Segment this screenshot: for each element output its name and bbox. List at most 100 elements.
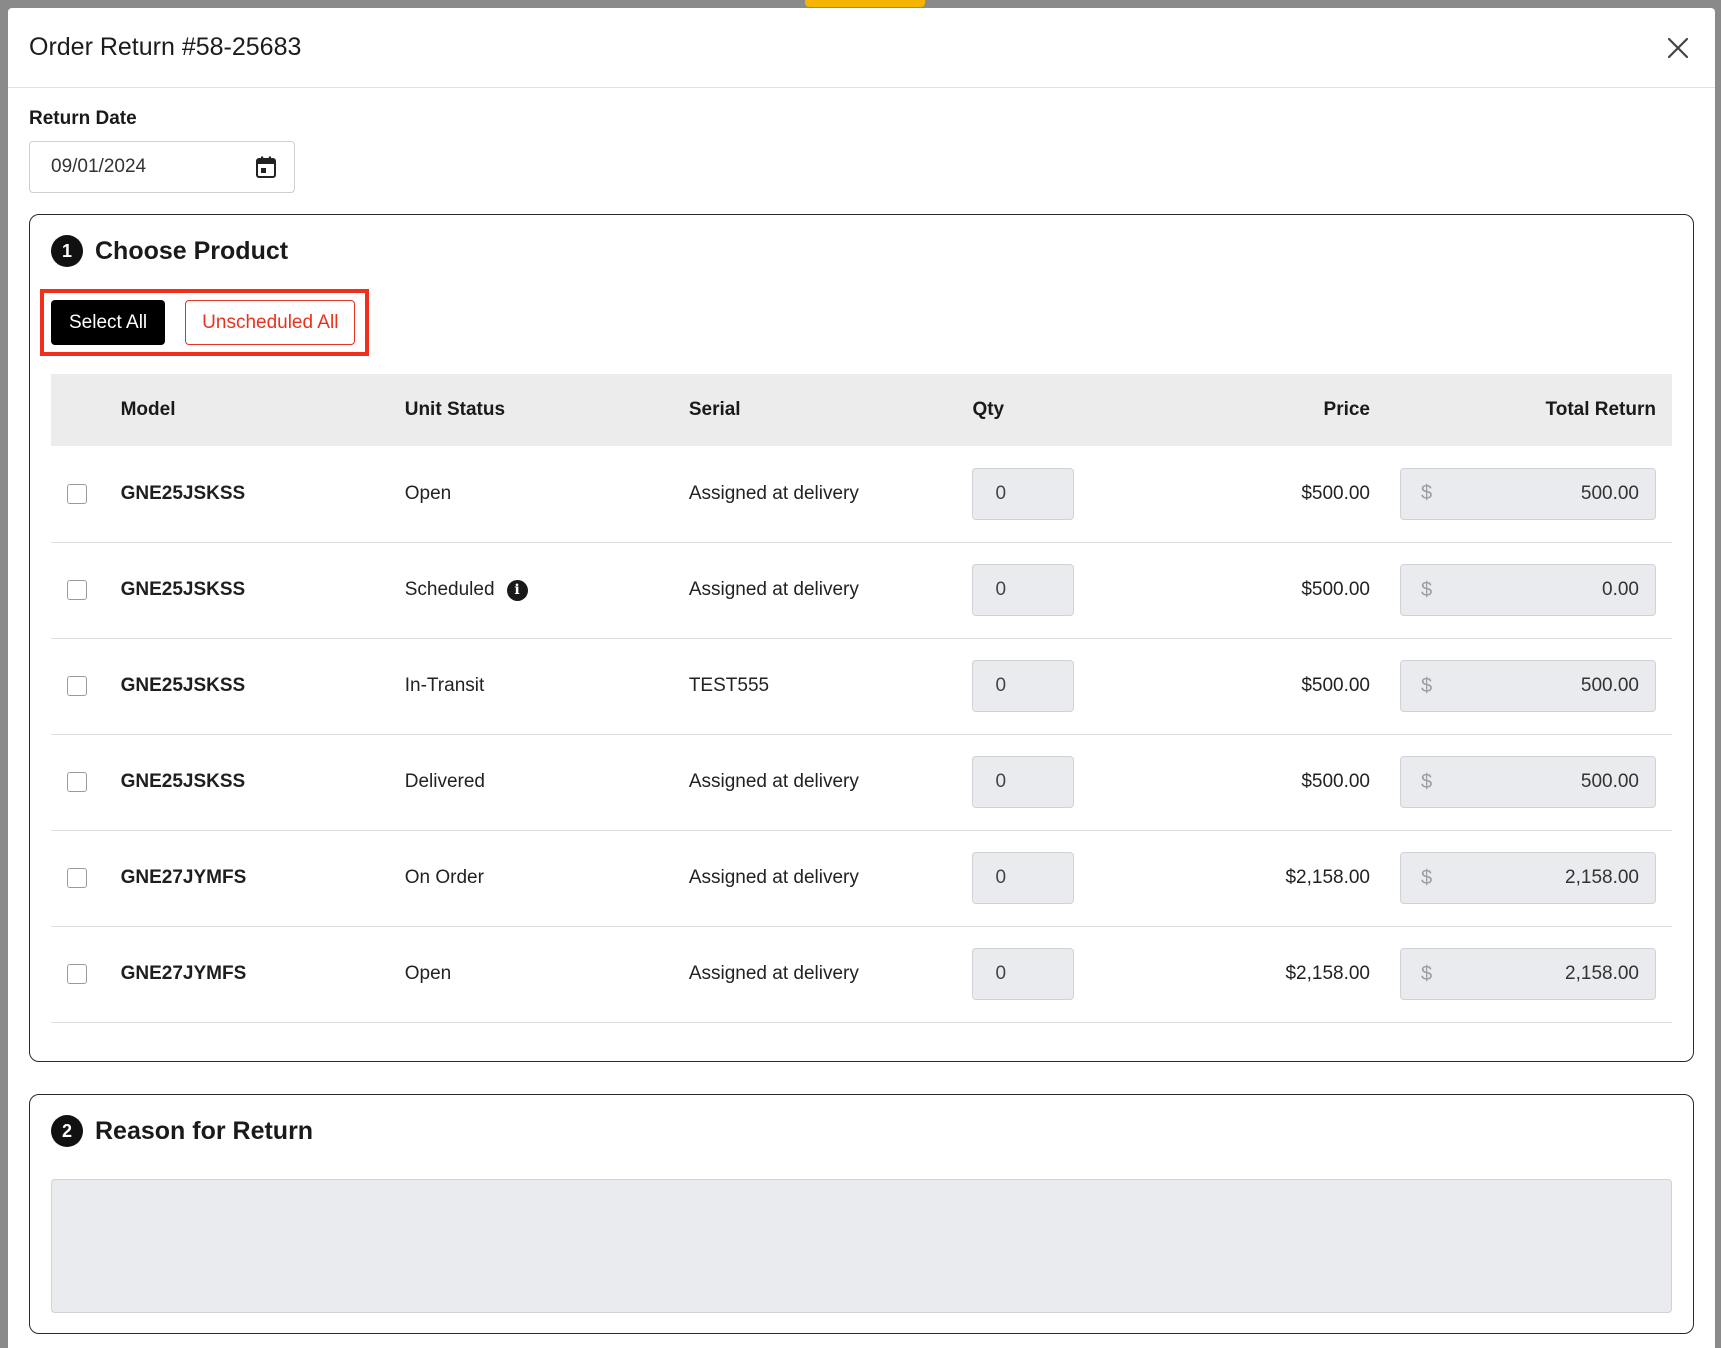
table-row: GNE25JSKSS Scheduled i Assigned at deliv… [51, 542, 1672, 638]
row-qty-value: 0 [995, 867, 1007, 888]
row-unit-status: Delivered [404, 771, 485, 792]
header-price: Price [1323, 399, 1370, 420]
close-icon [1667, 37, 1689, 58]
return-date-value: 09/01/2024 [51, 156, 147, 177]
bulk-actions-highlight: Select All Unscheduled All [40, 289, 370, 356]
dollar-sign: $ [1421, 866, 1433, 889]
step-number-2: 2 [51, 1115, 83, 1147]
row-model: GNE25JSKSS [120, 675, 246, 696]
header-model: Model [120, 399, 176, 420]
row-model: GNE25JSKSS [120, 579, 246, 600]
row-total-return-value: 2,158.00 [1565, 963, 1639, 984]
background-accent-bar [805, 0, 925, 7]
row-serial: Assigned at delivery [688, 579, 859, 600]
row-total-return-value: 500.00 [1580, 675, 1639, 696]
row-total-return-input: $2,158.00 [1400, 948, 1656, 1000]
row-qty-value: 0 [995, 482, 1007, 504]
row-unit-status: On Order [404, 867, 484, 888]
row-qty-input[interactable]: 0 [972, 564, 1075, 616]
row-price: $500.00 [1301, 771, 1370, 792]
row-qty-input[interactable]: 0 [972, 467, 1075, 520]
reason-for-return-header: 2 Reason for Return [51, 1095, 1672, 1167]
return-date-label: Return Date [29, 108, 137, 129]
row-total-return-input: $2,158.00 [1400, 852, 1656, 904]
choose-product-header: 1 Choose Product [51, 215, 1672, 287]
table-row: GNE27JYMFS On Order Assigned at delivery… [51, 830, 1672, 926]
row-serial: TEST555 [688, 675, 770, 696]
header-unit-status: Unit Status [404, 399, 506, 420]
dollar-sign: $ [1421, 770, 1433, 793]
dollar-sign: $ [1421, 962, 1433, 985]
row-serial: Assigned at delivery [688, 963, 859, 984]
row-total-return-input: $500.00 [1400, 660, 1656, 712]
row-price: $2,158.00 [1285, 963, 1370, 984]
reason-textarea[interactable] [51, 1179, 1672, 1313]
choose-product-section: 1 Choose Product Select All Unscheduled … [29, 214, 1694, 1062]
reason-for-return-title: Reason for Return [95, 1116, 314, 1145]
row-checkbox[interactable] [67, 483, 87, 504]
info-icon[interactable]: i [506, 579, 528, 601]
row-model: GNE25JSKSS [120, 771, 246, 792]
row-unit-status: In-Transit [404, 675, 485, 696]
unscheduled-all-button[interactable]: Unscheduled All [185, 300, 356, 345]
row-unit-status-wrap: Scheduled i [405, 579, 528, 601]
header-qty: Qty [972, 399, 1005, 420]
row-total-return-input: $500.00 [1400, 467, 1656, 520]
row-model: GNE27JYMFS [120, 867, 247, 888]
row-qty-input[interactable]: 0 [972, 948, 1075, 1000]
header-total-return: Total Return [1545, 399, 1656, 420]
reason-for-return-section: 2 Reason for Return [29, 1094, 1694, 1334]
row-unit-status: Open [404, 482, 452, 504]
row-qty-input[interactable]: 0 [972, 660, 1075, 712]
row-checkbox[interactable] [67, 868, 87, 888]
row-qty-input[interactable]: 0 [972, 852, 1075, 904]
row-serial: Assigned at delivery [688, 867, 859, 888]
table-row: GNE25JSKSS In-Transit TEST555 0 $500.00 … [51, 638, 1672, 734]
row-total-return-value: 0.00 [1602, 579, 1639, 600]
header-checkbox-column [51, 374, 121, 446]
row-total-return-input: $0.00 [1400, 564, 1656, 616]
row-checkbox[interactable] [67, 676, 87, 696]
select-all-button[interactable]: Select All [51, 300, 166, 345]
row-qty-value: 0 [995, 675, 1007, 696]
row-qty-value: 0 [995, 963, 1007, 984]
table-row: GNE27JYMFS Open Assigned at delivery 0 $… [51, 926, 1672, 1022]
row-qty-input[interactable]: 0 [972, 756, 1075, 808]
modal-body: Return Date 09/01/2024 1 Choose Product … [8, 108, 1715, 1334]
order-return-modal: Order Return #58-25683 Return Date 09/01… [8, 8, 1715, 1348]
dollar-sign: $ [1421, 578, 1433, 601]
return-date-input[interactable]: 09/01/2024 [29, 141, 295, 193]
row-checkbox[interactable] [67, 580, 87, 600]
dollar-sign: $ [1421, 674, 1433, 697]
modal-title: Order Return #58-25683 [29, 33, 302, 61]
row-price: $2,158.00 [1285, 867, 1370, 888]
header-serial: Serial [688, 399, 741, 420]
row-total-return-input: $500.00 [1400, 756, 1656, 808]
row-price: $500.00 [1301, 675, 1370, 696]
close-button[interactable] [1661, 31, 1695, 65]
table-row: GNE25JSKSS Delivered Assigned at deliver… [51, 734, 1672, 830]
step-number-1: 1 [51, 235, 83, 267]
row-total-return-value: 500.00 [1580, 482, 1639, 504]
choose-product-title: Choose Product [95, 236, 289, 265]
table-header-row: Model Unit Status Serial Qty Price Total… [51, 374, 1672, 446]
row-model: GNE25JSKSS [120, 482, 246, 504]
table-row: GNE25JSKSS Open Assigned at delivery 0 $… [51, 446, 1672, 542]
row-total-return-value: 500.00 [1580, 771, 1639, 792]
row-total-return-value: 2,158.00 [1565, 867, 1639, 888]
row-price: $500.00 [1301, 579, 1370, 600]
row-qty-value: 0 [995, 771, 1007, 792]
row-unit-status: Scheduled [404, 579, 495, 600]
row-price: $500.00 [1301, 482, 1370, 504]
row-serial: Assigned at delivery [688, 482, 859, 504]
row-unit-status: Open [404, 963, 452, 984]
row-model: GNE27JYMFS [120, 963, 247, 984]
row-qty-value: 0 [995, 579, 1007, 600]
row-serial: Assigned at delivery [688, 771, 859, 792]
row-checkbox[interactable] [67, 964, 87, 984]
modal-header: Order Return #58-25683 [8, 8, 1715, 88]
row-checkbox[interactable] [67, 772, 87, 792]
dollar-sign: $ [1421, 482, 1433, 505]
calendar-icon[interactable] [256, 156, 276, 178]
products-table: Model Unit Status Serial Qty Price Total… [51, 374, 1672, 1023]
